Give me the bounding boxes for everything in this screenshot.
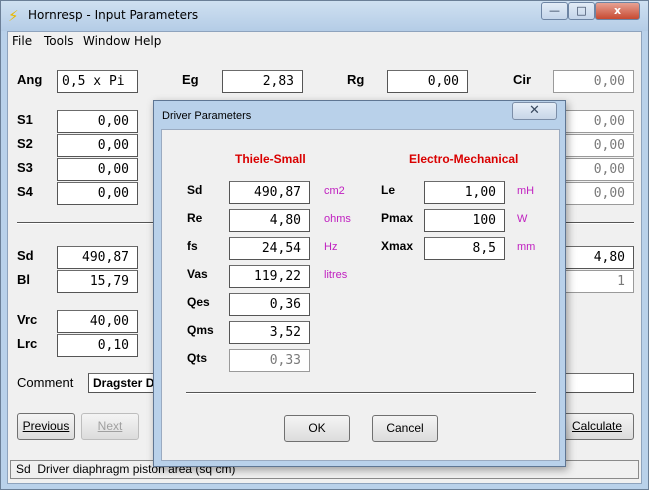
ts-qes-label: Qes	[187, 295, 210, 309]
ts-vas-label: Vas	[187, 267, 208, 281]
em-le-label: Le	[381, 183, 396, 197]
s3-field[interactable]: 0,00	[57, 158, 138, 181]
lrc-label: Lrc	[17, 336, 38, 351]
next-button[interactable]: Next	[81, 413, 139, 440]
em-xmax-unit: mm	[517, 241, 536, 253]
lightning-icon: ⚡	[8, 7, 19, 25]
maximize-button[interactable]: □	[568, 2, 595, 20]
sd-field[interactable]: 490,87	[57, 246, 138, 269]
menu-file[interactable]: File	[12, 34, 32, 48]
ts-sd-unit: cm2	[324, 185, 345, 197]
s4-label: S4	[17, 184, 33, 199]
lrc-field[interactable]: 0,10	[57, 334, 138, 357]
menu-help[interactable]: Help	[134, 34, 161, 48]
vrc-label: Vrc	[17, 312, 38, 327]
ts-vas-unit: litres	[324, 269, 348, 281]
rg-label: Rg	[347, 72, 365, 87]
dialog-client-area: Thiele-Small Electro-Mechanical Sd 490,8…	[161, 129, 560, 461]
previous-button[interactable]: Previous	[17, 413, 75, 440]
ts-fs-field[interactable]: 24,54	[229, 237, 310, 260]
ts-fs-unit: Hz	[324, 241, 338, 253]
dialog-close-button[interactable]: ✕	[512, 102, 557, 120]
ts-sd-label: Sd	[187, 183, 203, 197]
thiele-small-heading: Thiele-Small	[235, 152, 306, 166]
ts-sd-field[interactable]: 490,87	[229, 181, 310, 204]
ang-label: Ang	[17, 72, 43, 87]
eg-label: Eg	[182, 72, 199, 87]
s1-field[interactable]: 0,00	[57, 110, 138, 133]
vrc-field[interactable]: 40,00	[57, 310, 138, 333]
ts-re-field[interactable]: 4,80	[229, 209, 310, 232]
bl-field[interactable]: 15,79	[57, 270, 138, 293]
ts-qms-field[interactable]: 3,52	[229, 321, 310, 344]
ts-qts-field[interactable]: 0,33	[229, 349, 310, 372]
cancel-button[interactable]: Cancel	[372, 415, 438, 442]
title-bar[interactable]: ⚡ Hornresp - Input Parameters — □ x	[1, 1, 648, 31]
status-field: Sd	[16, 462, 31, 476]
cir-label: Cir	[513, 72, 532, 87]
ok-button[interactable]: OK	[284, 415, 350, 442]
em-xmax-field[interactable]: 8,5	[424, 237, 505, 260]
ts-qms-label: Qms	[187, 323, 214, 337]
menu-window[interactable]: Window	[83, 34, 130, 48]
s2-field[interactable]: 0,00	[57, 134, 138, 157]
ts-vas-field[interactable]: 119,22	[229, 265, 310, 288]
em-pmax-label: Pmax	[381, 211, 414, 225]
dialog-title: Driver Parameters	[162, 110, 252, 122]
menu-tools[interactable]: Tools	[44, 34, 74, 48]
sd-label: Sd	[17, 248, 34, 263]
dialog-separator	[186, 392, 536, 394]
ts-qes-field[interactable]: 0,36	[229, 293, 310, 316]
rg-field[interactable]: 0,00	[387, 70, 468, 93]
ang-field[interactable]: 0,5 x Pi	[57, 70, 138, 93]
s3-label: S3	[17, 160, 33, 175]
em-le-field[interactable]: 1,00	[424, 181, 505, 204]
em-xmax-label: Xmax	[381, 239, 414, 253]
s4-field[interactable]: 0,00	[57, 182, 138, 205]
s2-label: S2	[17, 136, 33, 151]
em-pmax-unit: W	[517, 213, 528, 225]
bl-label: Bl	[17, 272, 30, 287]
ts-re-label: Re	[187, 211, 203, 225]
close-button[interactable]: x	[595, 2, 640, 20]
ts-fs-label: fs	[187, 239, 198, 253]
driver-parameters-dialog: Driver Parameters ✕ Thiele-Small Electro…	[153, 100, 566, 467]
em-pmax-field[interactable]: 100	[424, 209, 505, 232]
minimize-button[interactable]: —	[541, 2, 568, 20]
window-title: Hornresp - Input Parameters	[28, 8, 199, 22]
comment-label: Comment	[17, 375, 74, 390]
cir-field[interactable]: 0,00	[553, 70, 634, 93]
ts-qts-label: Qts	[187, 351, 208, 365]
calculate-button[interactable]: Calculate	[560, 413, 634, 440]
electro-mechanical-heading: Electro-Mechanical	[409, 152, 519, 166]
eg-field[interactable]: 2,83	[222, 70, 303, 93]
s1-label: S1	[17, 112, 33, 127]
em-le-unit: mH	[517, 185, 535, 197]
ts-re-unit: ohms	[324, 213, 351, 225]
